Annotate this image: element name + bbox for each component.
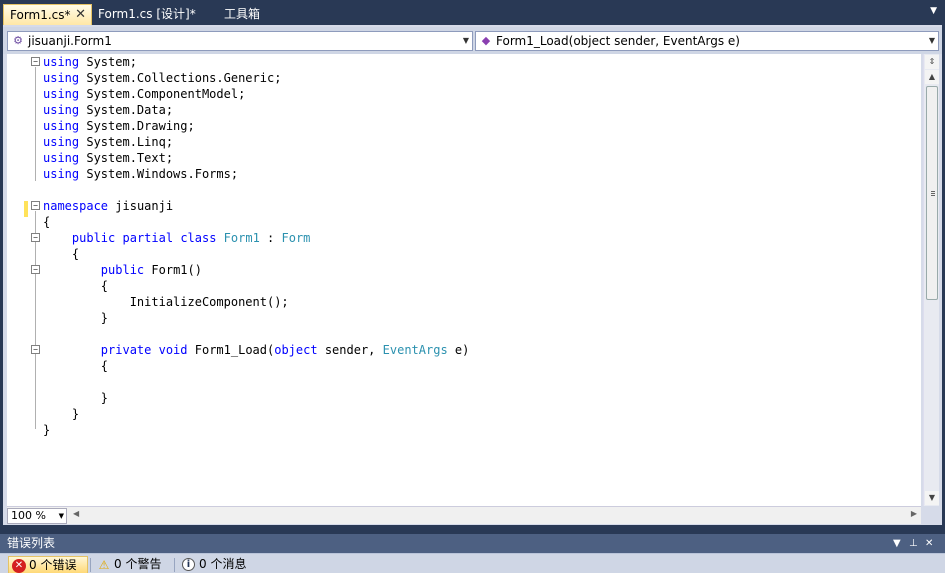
code-line: { <box>100 279 109 293</box>
close-icon[interactable]: ✕ <box>75 5 86 25</box>
error-list-title-bar: 错误列表 ▼ ⊥ ✕ <box>0 534 945 553</box>
code-line: { <box>71 247 80 261</box>
code-line: using System; <box>43 55 137 69</box>
code-line: } <box>71 407 80 421</box>
code-content: − − − − − using System; using System.Col… <box>7 54 921 506</box>
collapse-toggle-icon[interactable]: − <box>31 345 40 354</box>
code-line: private void Form1_Load(object sender, E… <box>100 343 470 357</box>
code-line: } <box>100 391 109 405</box>
member-combobox-value: Form1_Load(object sender, EventArgs e) <box>496 34 740 48</box>
dropdown-arrow-icon[interactable]: ▼ <box>929 32 935 50</box>
code-editor-window: ⚙ jisuanji.Form1 ▼ ◆ Form1_Load(object s… <box>3 25 942 525</box>
collapse-toggle-icon[interactable]: − <box>31 265 40 274</box>
warnings-count: 0 个警告 <box>114 557 162 571</box>
panel-title: 错误列表 <box>7 536 56 550</box>
code-line: { <box>100 359 109 373</box>
change-marker <box>24 201 28 217</box>
scroll-up-icon[interactable]: ▲ <box>925 70 939 84</box>
method-icon: ◆ <box>481 34 491 47</box>
code-line: using System.Collections.Generic; <box>43 71 282 85</box>
pin-icon[interactable]: ⊥ <box>909 534 918 553</box>
dropdown-arrow-icon[interactable]: ▼ <box>59 509 64 523</box>
navigation-bar: ⚙ jisuanji.Form1 ▼ ◆ Form1_Load(object s… <box>3 27 942 54</box>
code-text-area[interactable]: − − − − − using System; using System.Col… <box>7 54 921 506</box>
tab-label: 工具箱 <box>224 7 261 21</box>
horizontal-scrollbar[interactable]: 100 % ▼ ◀ ▶ <box>7 506 921 524</box>
warnings-filter-button[interactable]: ⚠ 0 个警告 <box>94 556 166 573</box>
tab-label: Form1.cs [设计]* <box>98 7 196 21</box>
zoom-value: 100 % <box>11 509 46 522</box>
scroll-down-icon[interactable]: ▼ <box>925 491 939 505</box>
outline-guide <box>35 67 36 181</box>
dropdown-arrow-icon[interactable]: ▼ <box>463 32 469 50</box>
code-line: public Form1() <box>100 263 202 277</box>
tab-form1-designer[interactable]: Form1.cs [设计]* <box>92 4 202 25</box>
window-position-icon[interactable]: ▼ <box>893 534 901 553</box>
collapse-toggle-icon[interactable]: − <box>31 201 40 210</box>
code-line: using System.Drawing; <box>43 119 195 133</box>
tab-toolbox[interactable]: 工具箱 <box>218 4 266 25</box>
error-icon: ✕ <box>12 559 26 573</box>
close-icon[interactable]: ✕ <box>925 534 933 553</box>
code-line: } <box>43 423 51 437</box>
code-line: using System.Windows.Forms; <box>43 167 239 181</box>
code-line: using System.Linq; <box>43 135 174 149</box>
messages-filter-button[interactable]: i 0 个消息 <box>179 556 251 573</box>
separator <box>174 558 175 572</box>
tab-dropdown-icon[interactable]: ▼ <box>930 6 937 16</box>
code-line: using System.ComponentModel; <box>43 87 246 101</box>
code-line: public partial class Form1 : Form <box>71 231 311 245</box>
info-icon: i <box>182 558 195 571</box>
vertical-scrollbar[interactable]: ⇕ ▲ ▼ <box>923 54 939 506</box>
code-line: namespace jisuanji <box>43 199 174 213</box>
code-line: InitializeComponent(); <box>129 295 289 309</box>
errors-count: 0 个错误 <box>29 558 77 572</box>
code-line: using System.Data; <box>43 103 174 117</box>
class-combobox[interactable]: ⚙ jisuanji.Form1 ▼ <box>7 31 473 51</box>
scroll-right-icon[interactable]: ▶ <box>911 509 917 518</box>
collapse-toggle-icon[interactable]: − <box>31 57 40 66</box>
tab-form1-cs[interactable]: Form1.cs* ✕ <box>3 4 92 25</box>
separator <box>90 558 91 572</box>
zoom-combobox[interactable]: 100 % ▼ <box>7 508 67 524</box>
document-tab-strip: Form1.cs* ✕ Form1.cs [设计]* 工具箱 ▼ <box>0 0 945 25</box>
error-list-toolbar: ✕ 0 个错误 ⚠ 0 个警告 i 0 个消息 <box>0 553 945 573</box>
code-line: } <box>100 311 109 325</box>
code-line: { <box>43 215 51 229</box>
outline-guide <box>35 211 36 429</box>
messages-count: 0 个消息 <box>199 557 247 571</box>
scroll-left-icon[interactable]: ◀ <box>73 509 79 518</box>
member-combobox[interactable]: ◆ Form1_Load(object sender, EventArgs e)… <box>475 31 939 51</box>
code-line: using System.Text; <box>43 151 174 165</box>
split-icon[interactable]: ⇕ <box>925 55 939 69</box>
tab-label: Form1.cs* <box>10 8 71 22</box>
errors-filter-button[interactable]: ✕ 0 个错误 <box>8 556 88 573</box>
collapse-toggle-icon[interactable]: − <box>31 233 40 242</box>
warning-icon: ⚠ <box>98 558 110 572</box>
class-combobox-value: jisuanji.Form1 <box>28 34 112 48</box>
scrollbar-thumb[interactable] <box>926 86 938 300</box>
class-icon: ⚙ <box>13 34 23 47</box>
